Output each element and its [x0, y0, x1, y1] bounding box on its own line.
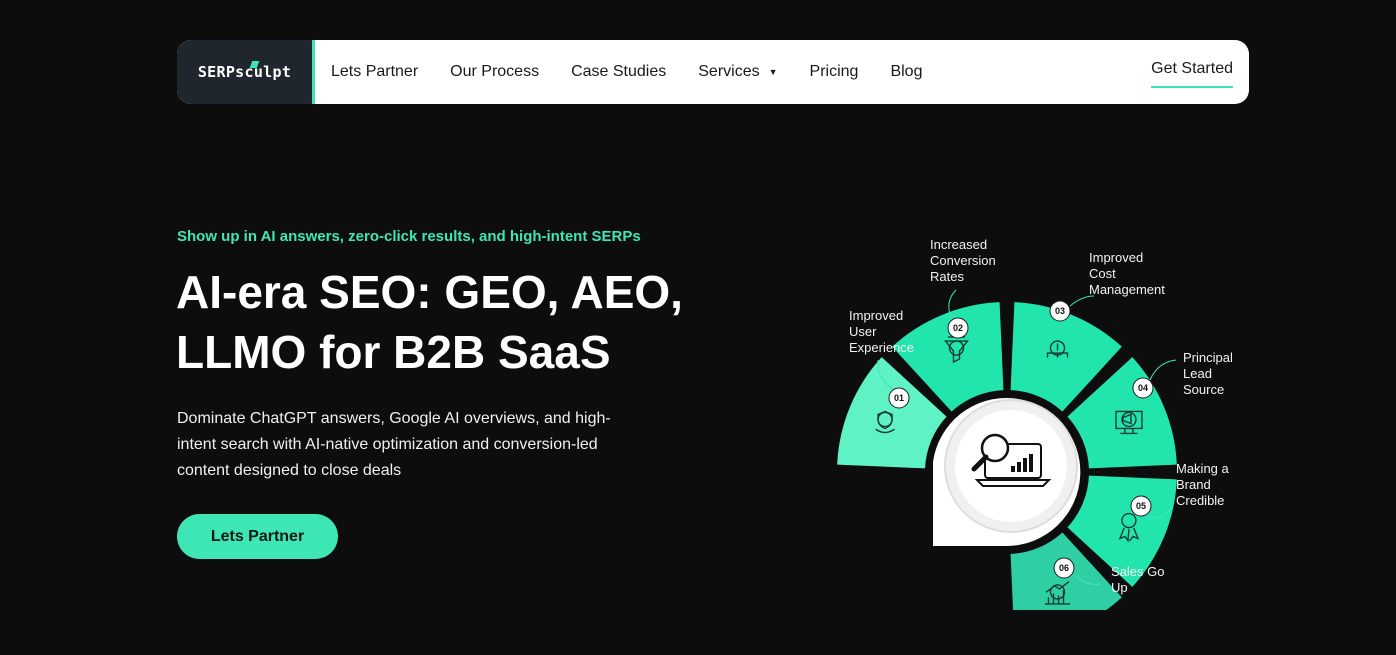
hero-headline: AI-era SEO: GEO, AEO, LLMO for B2B SaaS — [176, 262, 736, 382]
step-05-label-line: Making a — [1176, 461, 1229, 476]
nav-link-services-label: Services — [698, 63, 760, 80]
step-02-badge: 02 — [947, 317, 969, 339]
nav-link-pricing[interactable]: Pricing — [810, 63, 859, 81]
center-hub — [933, 398, 1081, 546]
step-06-label-line: Sales Go — [1111, 564, 1165, 579]
step-01-label-line: Experience — [849, 340, 915, 355]
lets-partner-button[interactable]: Lets Partner — [177, 514, 338, 559]
step-02-label-line: Increased — [930, 237, 988, 252]
step-05-label-line: Credible — [1176, 493, 1225, 508]
step-06-number: 06 — [1059, 563, 1069, 573]
step-05-label-line: Brand — [1176, 477, 1211, 492]
step-05-badge: 05 — [1130, 495, 1152, 517]
nav-link-case-studies[interactable]: Case Studies — [571, 63, 666, 81]
step-01-label: Improved User Experience — [849, 308, 914, 356]
hero-headline-line1: AI-era SEO: GEO, AEO, — [176, 266, 683, 318]
top-navbar: SERPsculpt Lets Partner Our Process Case… — [177, 40, 1249, 104]
step-02-label: Increased Conversion Rates — [930, 237, 996, 285]
caret-down-icon: ▼ — [768, 67, 778, 77]
step-05-label: Making a Brand Credible — [1176, 461, 1229, 509]
step-03-label: Improved Cost Management — [1089, 250, 1165, 298]
step-03-label-line: Improved — [1089, 250, 1144, 265]
logo-text: SERPsculpt — [197, 63, 292, 81]
step-04-label-line: Source — [1183, 382, 1225, 397]
step-01-badge: 01 — [888, 387, 910, 409]
hero-headline-line2: LLMO for B2B SaaS — [176, 326, 611, 378]
step-04-label: Principal Lead Source — [1183, 350, 1233, 398]
step-05-number: 05 — [1136, 501, 1146, 511]
logo[interactable]: SERPsculpt — [177, 40, 315, 104]
step-03-label-line: Management — [1089, 282, 1165, 297]
hero-subtext: Dominate ChatGPT answers, Google AI over… — [177, 410, 611, 479]
step-03-number: 03 — [1055, 306, 1065, 316]
step-03-label-line: Cost — [1089, 266, 1116, 281]
step-04-arrow-icon — [1149, 359, 1177, 381]
nav-link-our-process[interactable]: Our Process — [450, 63, 539, 81]
hero-eyebrow: Show up in AI answers, zero-click result… — [177, 228, 641, 245]
benefits-wheel: 01 02 03 04 05 06 — [837, 289, 1177, 610]
nav-link-blog[interactable]: Blog — [890, 63, 922, 81]
step-02-label-line: Rates — [930, 269, 964, 284]
step-02-number: 02 — [953, 323, 963, 333]
nav-link-lets-partner[interactable]: Lets Partner — [331, 63, 418, 81]
step-03-badge: 03 — [1049, 300, 1071, 322]
get-started-button[interactable]: Get Started — [1151, 60, 1233, 88]
nav-links: Lets Partner Our Process Case Studies Se… — [331, 63, 954, 81]
step-06-label-line: Up — [1111, 580, 1128, 595]
step-06-label: Sales Go Up — [1111, 564, 1164, 596]
step-06-badge: 06 — [1053, 557, 1075, 579]
step-02-label-line: Conversion — [930, 253, 996, 268]
step-04-label-line: Lead — [1183, 366, 1212, 381]
step-04-badge: 04 — [1132, 377, 1154, 399]
step-01-label-line: Improved — [849, 308, 904, 323]
benefits-wheel-graphic: 01 02 03 04 05 06 Improved User Experience Incre… — [830, 230, 1260, 610]
step-04-label-line: Principal — [1183, 350, 1233, 365]
nav-link-services[interactable]: Services ▼ — [698, 63, 777, 81]
step-01-label-line: User — [849, 324, 877, 339]
step-04-number: 04 — [1138, 383, 1148, 393]
step-01-number: 01 — [894, 393, 904, 403]
